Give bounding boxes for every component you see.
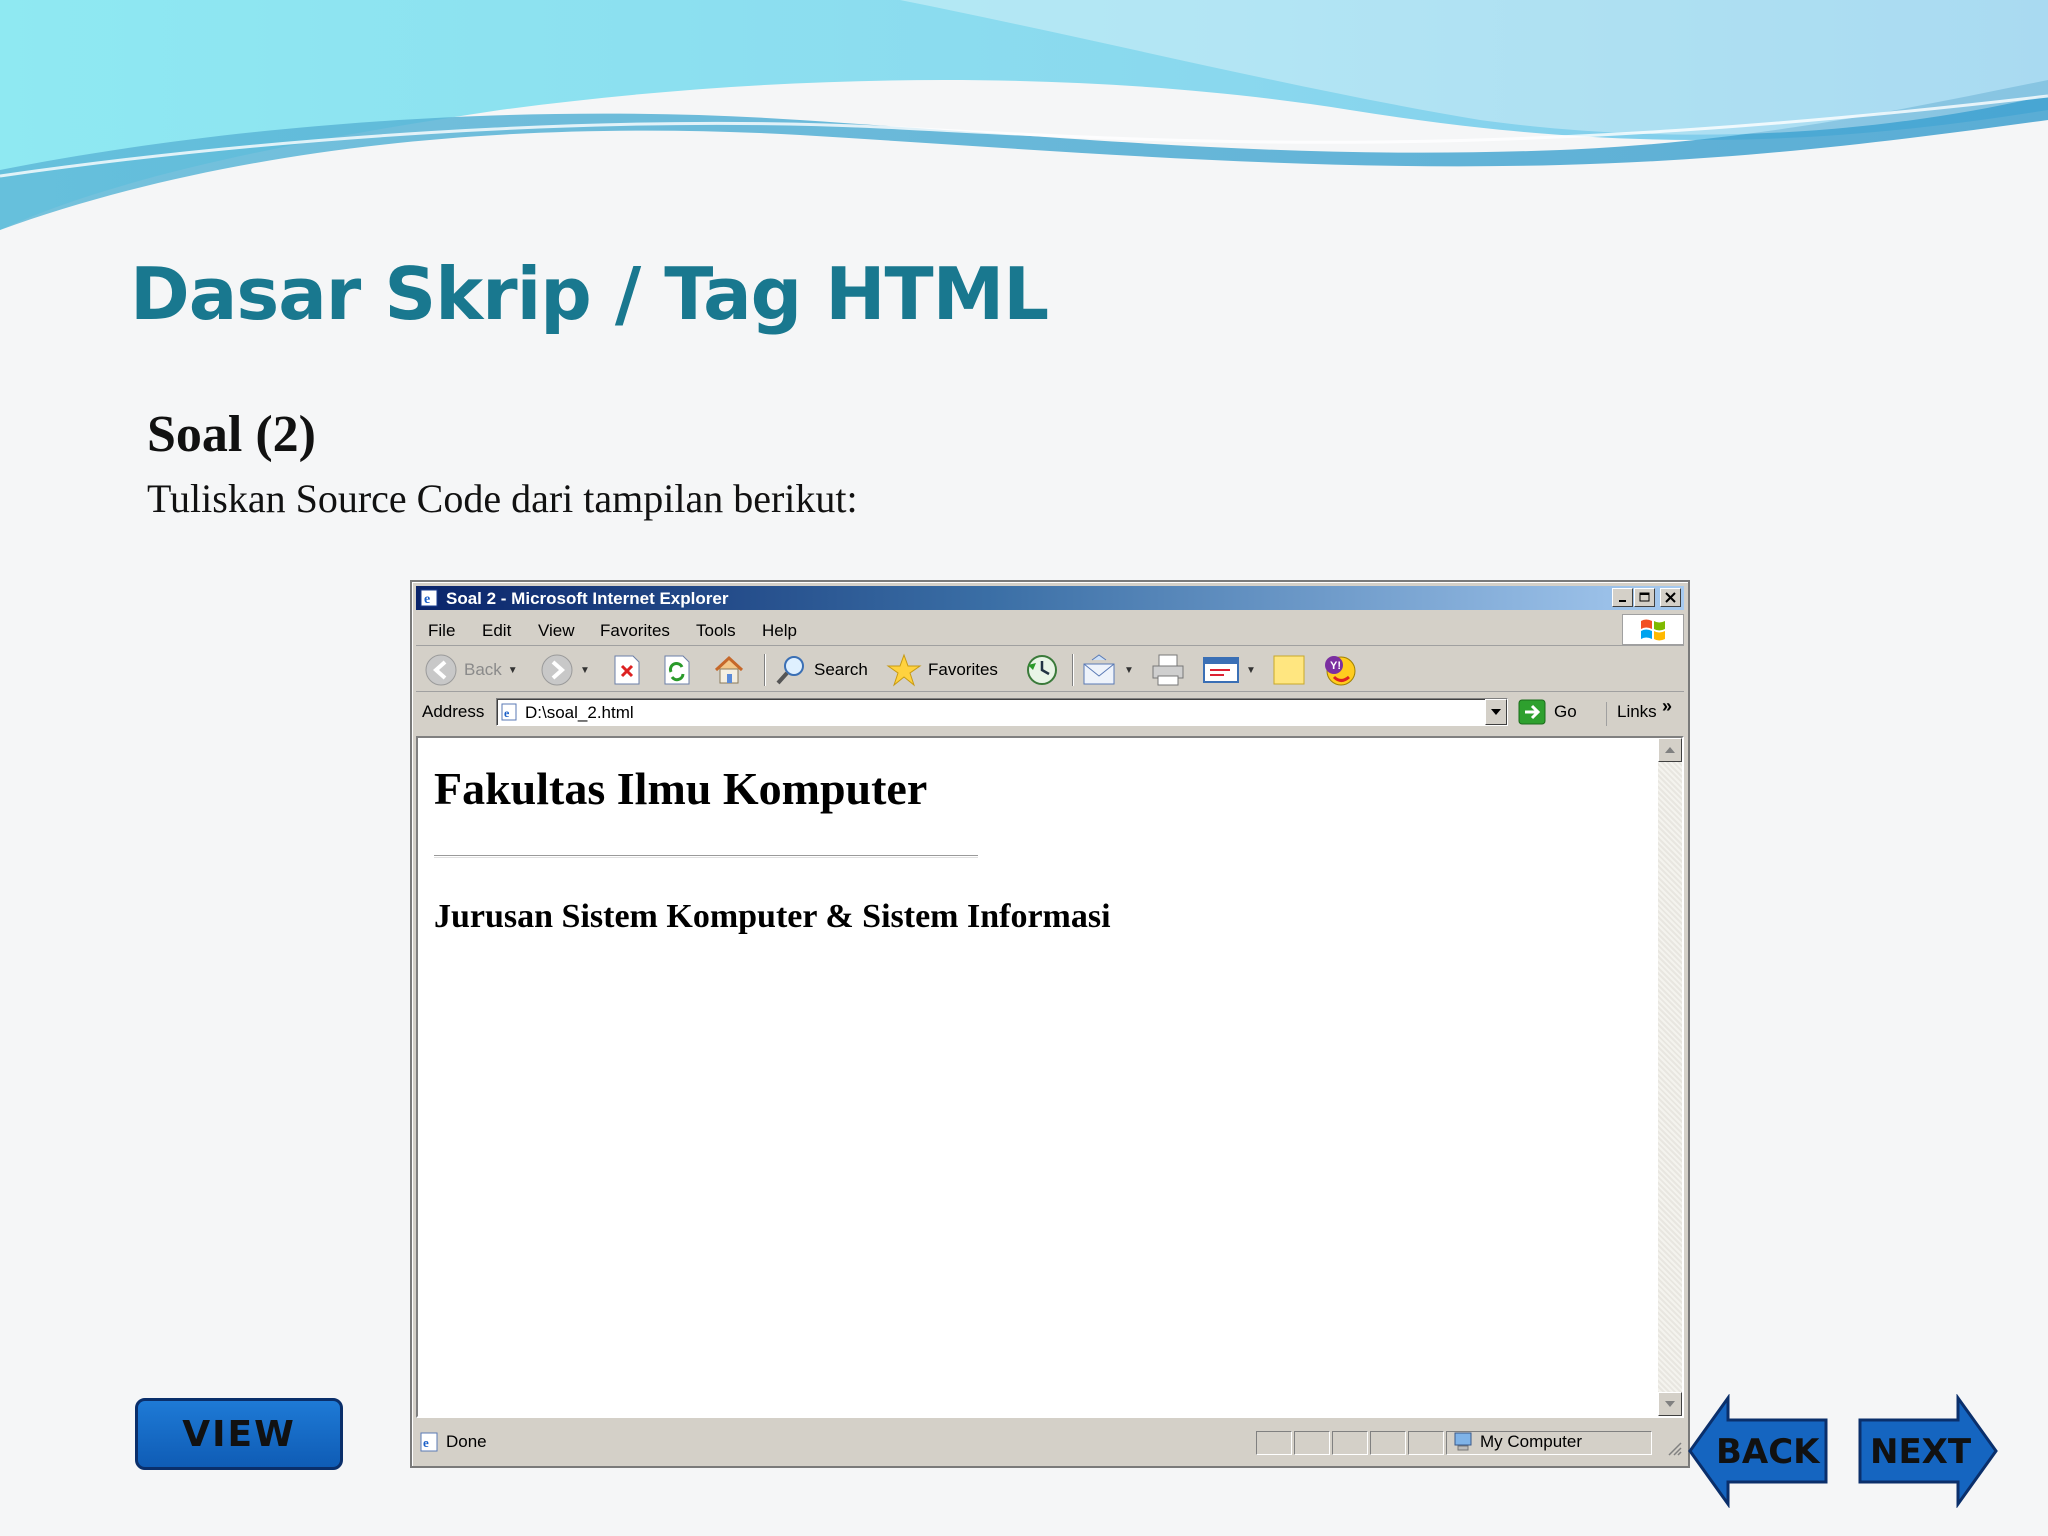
home-icon <box>714 655 744 684</box>
stop-button[interactable] <box>612 651 642 689</box>
slide: Dasar Skrip / Tag HTML Soal (2) Tuliskan… <box>0 0 2048 1536</box>
menubar: File Edit View Favorites Tools Help <box>416 614 1684 646</box>
print-button[interactable] <box>1150 651 1186 689</box>
vertical-scrollbar[interactable] <box>1658 738 1682 1416</box>
menu-edit[interactable]: Edit <box>482 621 511 641</box>
mail-icon <box>1083 654 1115 685</box>
home-button[interactable] <box>712 651 746 689</box>
stop-icon <box>614 655 640 685</box>
resize-grip-icon[interactable] <box>1666 1440 1682 1456</box>
view-button[interactable]: VIEW <box>135 1398 343 1470</box>
address-label: Address <box>422 702 485 721</box>
next-nav-button[interactable]: NEXT <box>1858 1394 2008 1508</box>
page-icon: e <box>501 703 517 721</box>
refresh-button[interactable] <box>662 651 692 689</box>
toolbar: Back ▼ ▼ Search Favorites ▼ ▼ Y! <box>416 648 1684 692</box>
edit-button[interactable]: ▼ <box>1202 651 1256 689</box>
page-subheading: Jurusan Sistem Komputer & Sistem Informa… <box>434 898 1111 935</box>
back-button[interactable]: Back ▼ <box>424 651 518 689</box>
status-zone: My Computer <box>1452 1432 1582 1452</box>
computer-icon <box>1454 1432 1472 1451</box>
mail-button[interactable]: ▼ <box>1082 651 1134 689</box>
address-bar: Address e D:\soal_2.html Go Links » <box>416 694 1684 730</box>
instruction-text: Tuliskan Source Code dari tampilan berik… <box>147 476 858 521</box>
scroll-down-button[interactable] <box>1658 1392 1682 1416</box>
forward-button[interactable]: ▼ <box>540 651 590 689</box>
window-title: Soal 2 - Microsoft Internet Explorer <box>446 589 729 608</box>
toolbar-separator <box>764 654 766 686</box>
messenger-button[interactable]: Y! <box>1322 651 1360 689</box>
menu-tools[interactable]: Tools <box>696 621 736 641</box>
status-panel <box>424 1431 1254 1455</box>
svg-text:Y!: Y! <box>1330 660 1341 672</box>
back-icon <box>425 654 457 686</box>
scroll-up-button[interactable] <box>1658 738 1682 762</box>
search-label: Search <box>814 660 868 679</box>
discuss-button[interactable] <box>1272 651 1306 689</box>
go-button[interactable]: Go <box>1518 698 1577 726</box>
menu-favorites[interactable]: Favorites <box>600 621 670 641</box>
status-panel <box>1332 1431 1368 1455</box>
header-wave-decoration <box>0 0 2048 230</box>
chevron-down-icon[interactable]: ▼ <box>1246 665 1256 676</box>
next-nav-label: NEXT <box>1870 1432 1972 1472</box>
address-value: D:\soal_2.html <box>525 703 634 722</box>
status-panel <box>1294 1431 1330 1455</box>
toolbar-separator <box>1072 654 1074 686</box>
address-dropdown-button[interactable] <box>1485 699 1507 725</box>
favorites-label: Favorites <box>928 660 998 679</box>
chevron-down-icon[interactable]: ▼ <box>1124 665 1134 676</box>
address-input[interactable]: e D:\soal_2.html <box>496 698 1508 726</box>
back-label: Back <box>464 660 502 679</box>
ie-logo-icon: e <box>420 589 438 607</box>
horizontal-rule <box>434 855 978 858</box>
slide-title: Dasar Skrip / Tag HTML <box>130 252 1049 336</box>
search-icon <box>776 656 804 685</box>
search-button[interactable]: Search <box>774 651 868 689</box>
minimize-button[interactable] <box>1612 588 1633 607</box>
status-panel <box>1256 1431 1292 1455</box>
maximize-button[interactable] <box>1634 588 1655 607</box>
page-heading: Fakultas Ilmu Komputer <box>434 763 928 814</box>
links-chevron-icon[interactable]: » <box>1662 696 1672 717</box>
forward-icon <box>541 654 573 686</box>
history-button[interactable] <box>1024 651 1060 689</box>
menu-file[interactable]: File <box>428 621 455 641</box>
refresh-icon <box>664 655 690 685</box>
ie-window-screenshot: e Soal 2 - Microsoft Internet Explorer F… <box>410 580 1690 1468</box>
favorites-button[interactable]: Favorites <box>886 651 998 689</box>
status-panel <box>1408 1431 1444 1455</box>
page-viewport: Fakultas Ilmu Komputer Jurusan Sistem Ko… <box>416 736 1684 1418</box>
back-nav-button[interactable]: BACK <box>1688 1394 1838 1508</box>
edit-icon <box>1203 657 1239 683</box>
favorites-star-icon <box>886 653 922 687</box>
history-icon <box>1027 655 1057 685</box>
windows-logo-icon <box>1622 614 1684 645</box>
links-label[interactable]: Links <box>1606 702 1657 726</box>
back-nav-label: BACK <box>1716 1432 1820 1472</box>
go-label: Go <box>1554 702 1577 721</box>
print-icon <box>1152 654 1184 686</box>
status-zone-text: My Computer <box>1480 1432 1583 1451</box>
menu-help[interactable]: Help <box>762 621 797 641</box>
svg-text:e: e <box>424 592 430 607</box>
question-heading: Soal (2) <box>147 406 316 463</box>
svg-text:e: e <box>504 706 510 720</box>
chevron-down-icon[interactable]: ▼ <box>580 665 590 676</box>
titlebar: e Soal 2 - Microsoft Internet Explorer <box>416 586 1684 610</box>
status-panel <box>1370 1431 1406 1455</box>
status-bar: e Done My Computer <box>416 1428 1684 1458</box>
go-arrow-icon <box>1518 699 1546 725</box>
chevron-down-icon[interactable]: ▼ <box>508 665 518 676</box>
discuss-icon <box>1273 655 1305 685</box>
menu-view[interactable]: View <box>538 621 575 641</box>
messenger-icon: Y! <box>1325 656 1356 686</box>
close-button[interactable] <box>1660 588 1681 607</box>
